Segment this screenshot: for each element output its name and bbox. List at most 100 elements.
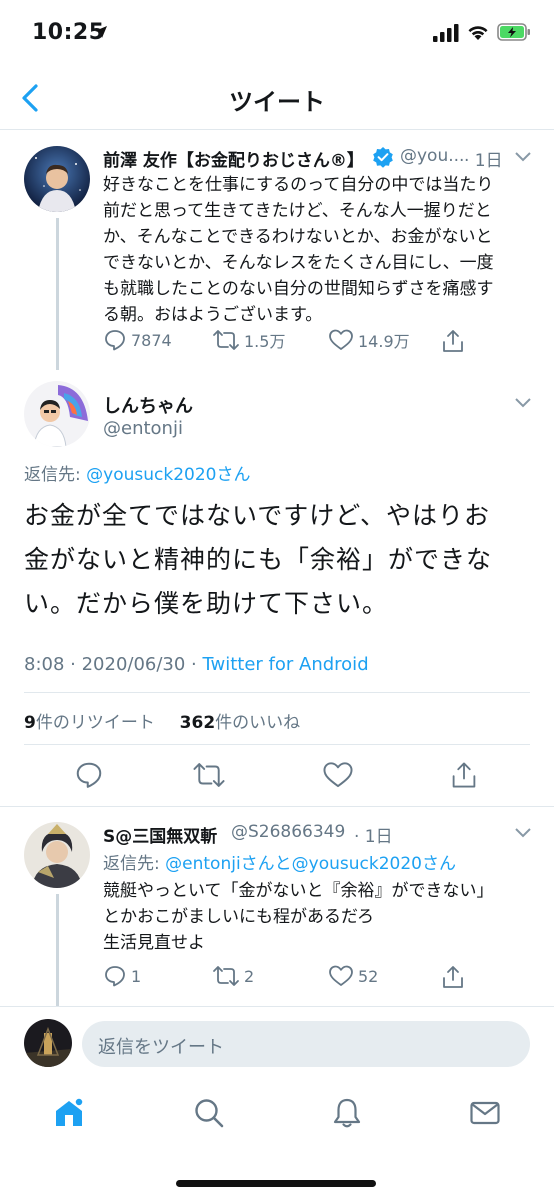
retweet-count: 1.5万 [244,332,286,351]
tweet-time[interactable]: · 1日 [354,822,393,847]
reply-icon[interactable] [74,760,104,790]
tweet-text: お金が全てではないですけど、やはりお 金がないと精神的にも「余裕」ができな い。… [24,494,534,626]
tweet-text-line: 競艇やっといて「金がないと『余裕』ができない」 [103,881,494,901]
heart-icon [329,329,353,350]
reply-context: 返信先: @entonjiさんと@yousuck2020さん [103,849,456,874]
notifications-icon [333,1098,361,1128]
tweet-metadata: 8:08 · 2020/06/30 · Twitter for Android [24,654,369,675]
cellular-signal-icon [433,24,459,42]
tweet-text: 好きなことを仕事にするのって自分の中では当たり 前だと思って生きてきたけど、そん… [103,172,533,328]
avatar[interactable] [24,822,90,888]
like-stat-count: 362 [179,713,216,733]
status-bar: 10:25 [0,0,554,66]
search-icon [195,1099,224,1128]
tweet-time[interactable]: · 1日 [464,146,503,171]
divider [0,806,554,807]
retweet-icon [213,330,239,350]
tab-search[interactable] [192,1096,226,1134]
tweet-text-line: お金が全てではないですけど、やはりお [24,501,491,530]
share-button[interactable] [441,964,469,990]
home-icon [56,1097,84,1126]
tab-messages[interactable] [468,1096,502,1134]
like-stat-label: 件のいいね [215,713,301,733]
divider [24,692,530,693]
chevron-down-icon[interactable] [514,151,532,163]
avatar[interactable] [24,381,90,447]
chevron-down-icon[interactable] [514,827,532,839]
heart-icon[interactable] [322,760,354,790]
avatar[interactable] [24,146,90,212]
author-name[interactable]: S@三国無双斬 [103,822,217,847]
location-arrow-icon [95,26,107,38]
like-count: 14.9万 [358,332,410,351]
reply-count: 1 [131,966,142,986]
thread-line [56,218,59,370]
tweet-text-line: 前だと思って生きてきたけど、そんな人一握りだと [103,201,492,221]
tweet-text-line: 好きなことを仕事にするのって自分の中では当たり [103,175,494,195]
tweet-stats: 9件のリツイート 362件のいいね [24,708,300,733]
like-button[interactable]: 52 [328,964,378,988]
avatar-image [24,1019,72,1067]
reply-button[interactable]: 7874 [103,328,172,352]
thread-line [56,894,59,1006]
share-icon [443,966,463,988]
author-handle[interactable]: @entonji [103,418,183,439]
reply-compose-bar: 返信をツイート [0,1006,554,1078]
chevron-down-icon[interactable] [514,397,532,409]
messages-icon [470,1101,500,1125]
reply-icon [105,330,125,351]
tweet-text-line: できないとか、そんなレスをたくさん目にし、一度 [103,253,494,273]
tweet-text-line: 金がないと精神的にも「余裕」ができな [24,545,493,574]
like-count: 52 [358,966,379,986]
tweet-source-link[interactable]: Twitter for Android [203,654,369,675]
retweet-icon [213,966,239,986]
wifi-icon [468,26,488,40]
share-icon [443,330,463,352]
tweet-text-line: い。だから僕を助けて下さい。 [24,589,389,618]
tweet-timestamp: 8:08 · 2020/06/30 · [24,654,203,675]
reply-input[interactable]: 返信をツイート [82,1021,530,1067]
tweet-text-line: か、そんなことできるわけないとか、お金がないと [103,227,493,247]
reply-context: 返信先: @yousuck2020さん [24,460,250,485]
nav-bar: ツイート [0,66,554,130]
retweet-icon[interactable] [192,760,226,790]
retweet-count: 2 [244,966,255,986]
verified-badge-icon [373,147,393,168]
avatar-image [24,146,90,212]
retweet-stat-count: 9 [24,713,36,733]
like-button[interactable]: 14.9万 [328,328,410,352]
author-name[interactable]: しんちゃん [103,392,193,418]
my-avatar[interactable] [24,1019,72,1067]
reply-icon [105,966,125,987]
retweets-stat[interactable]: 9件のリツイート [24,713,155,733]
tweet-text: 競艇やっといて「金がないと『余裕』ができない」 とかおこがましいにも程があるだろ… [103,878,533,956]
share-button[interactable] [441,328,469,354]
avatar-image [24,822,90,888]
reply-prefix: 返信先: [103,854,166,874]
divider [24,744,530,745]
reply-mention-link[interactable]: @entonjiさんと@yousuck2020さん [165,854,456,874]
retweet-stat-label: 件のリツイート [35,713,155,733]
home-indicator [176,1180,376,1187]
reply-button[interactable]: 1 [103,964,141,988]
tab-notifications[interactable] [330,1096,364,1134]
share-icon[interactable] [450,760,478,790]
avatar-image [24,381,90,447]
tweet-text-line: とかおこがましいにも程があるだろ [103,907,374,927]
tweet-text-line: る朝。おはようございます。 [103,305,323,325]
heart-icon [329,965,353,986]
page-title: ツイート [229,88,325,116]
tweet-text-line: も就職したことのない自分の世間知らずさを痛感す [103,279,494,299]
author-handle[interactable]: @you... [400,146,464,166]
reply-prefix: 返信先: [24,465,87,485]
author-name[interactable]: 前澤 友作【お金配りおじさん®】 [103,146,364,171]
retweet-button[interactable]: 1.5万 [212,328,285,352]
reply-count: 7874 [131,330,172,350]
author-handle[interactable]: @S26866349 [231,822,345,842]
retweet-button[interactable]: 2 [212,964,254,988]
battery-charging-icon [497,23,530,41]
likes-stat[interactable]: 362件のいいね [180,713,301,733]
tab-home[interactable] [52,1096,86,1134]
tweet-text-line: 生活見直せよ [103,933,205,953]
reply-mention-link[interactable]: @yousuck2020さん [86,465,250,485]
